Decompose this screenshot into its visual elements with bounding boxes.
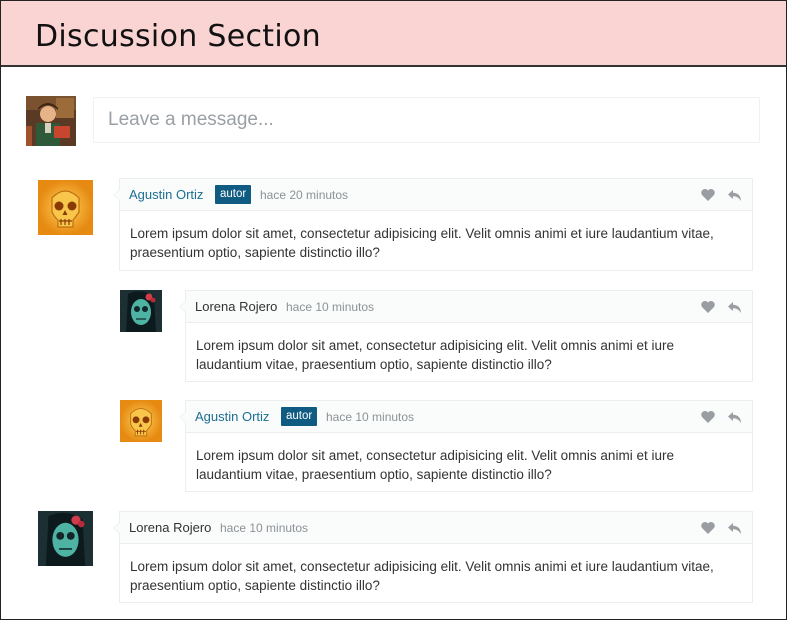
current-user-avatar bbox=[26, 96, 76, 146]
heart-icon[interactable] bbox=[700, 520, 716, 536]
comment-author-name[interactable]: Lorena Rojero bbox=[195, 299, 277, 314]
reply-icon[interactable] bbox=[727, 409, 743, 425]
comment-box: Lorena Rojero hace 10 minutos Lorem ipsu… bbox=[179, 290, 753, 382]
heart-icon[interactable] bbox=[700, 409, 716, 425]
comment-text: Lorem ipsum dolor sit amet, consectetur … bbox=[130, 226, 714, 260]
catrina-avatar bbox=[38, 511, 93, 566]
comment-timestamp: hace 20 minutos bbox=[260, 188, 349, 202]
message-input[interactable] bbox=[93, 97, 760, 143]
reply-icon[interactable] bbox=[727, 299, 743, 315]
catrina-avatar bbox=[120, 290, 162, 332]
comment-text: Lorem ipsum dolor sit amet, consectetur … bbox=[196, 448, 674, 482]
reply-icon[interactable] bbox=[727, 187, 743, 203]
comment-author-name[interactable]: Agustin Ortiz bbox=[129, 187, 203, 202]
comment-author-name[interactable]: Agustin Ortiz bbox=[195, 409, 269, 424]
comment-text: Lorem ipsum dolor sit amet, consectetur … bbox=[130, 559, 714, 593]
comment-timestamp: hace 10 minutos bbox=[286, 300, 375, 314]
author-badge: autor bbox=[215, 185, 252, 204]
comment-box: Lorena Rojero hace 10 minutos Lorem ipsu… bbox=[113, 511, 753, 603]
comment-header: Lorena Rojero hace 10 minutos bbox=[113, 512, 752, 544]
reply-icon[interactable] bbox=[727, 520, 743, 536]
author-badge: autor bbox=[281, 407, 318, 426]
comment-header: Agustin Ortiz autor hace 20 minutos bbox=[113, 179, 752, 211]
page-header: Discussion Section bbox=[1, 1, 786, 67]
comment-author-name[interactable]: Lorena Rojero bbox=[129, 520, 211, 535]
comment-text: Lorem ipsum dolor sit amet, consectetur … bbox=[196, 338, 674, 372]
comment-timestamp: hace 10 minutos bbox=[326, 410, 415, 424]
heart-icon[interactable] bbox=[700, 187, 716, 203]
comment-box: Agustin Ortiz autor hace 20 minutos Lore… bbox=[113, 178, 753, 271]
comment-header: Agustin Ortiz autor hace 10 minutos bbox=[179, 401, 752, 433]
skull-avatar bbox=[120, 400, 162, 442]
comment-timestamp: hace 10 minutos bbox=[220, 521, 309, 535]
comment-header: Lorena Rojero hace 10 minutos bbox=[179, 291, 752, 323]
heart-icon[interactable] bbox=[700, 299, 716, 315]
comment-box: Agustin Ortiz autor hace 10 minutos Lore… bbox=[179, 400, 753, 492]
page-title: Discussion Section bbox=[35, 19, 321, 54]
skull-avatar bbox=[38, 180, 93, 235]
